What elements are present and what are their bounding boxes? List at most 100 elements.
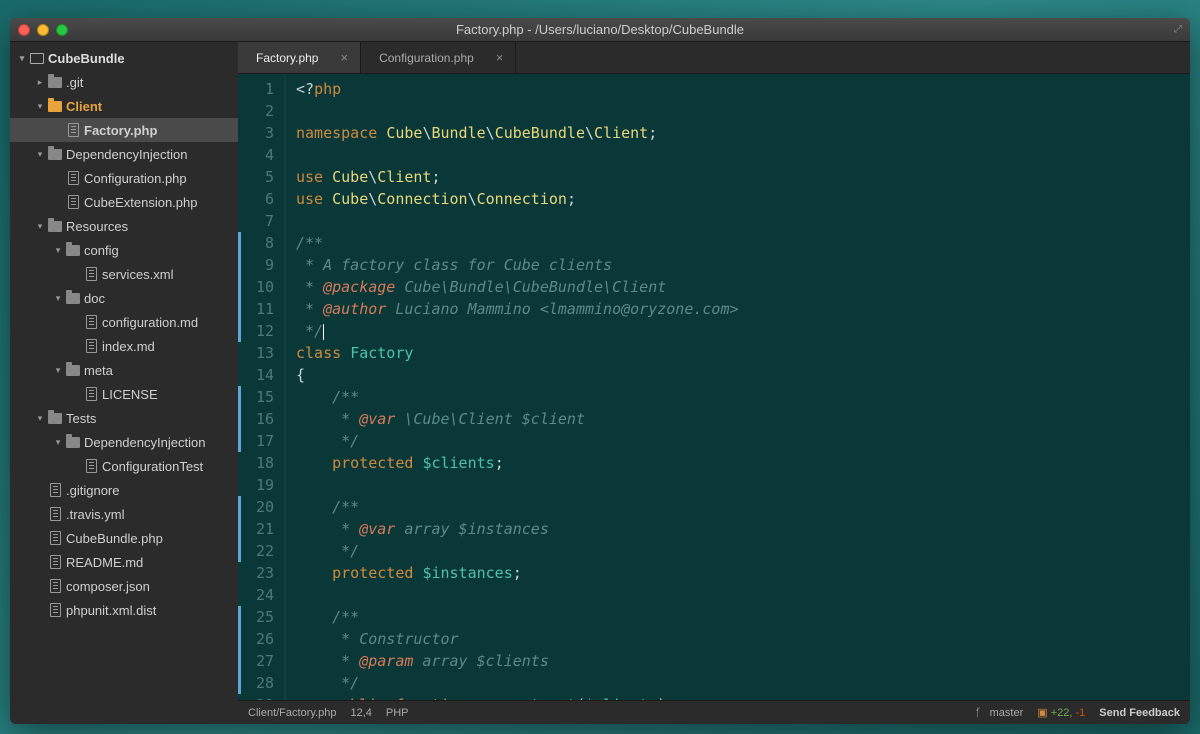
folder-item-config[interactable]: ▾config (10, 238, 238, 262)
code-line[interactable]: protected $clients; (296, 452, 1190, 474)
code-line[interactable]: */ (296, 430, 1190, 452)
line-number[interactable]: 25 (238, 606, 274, 628)
code-line[interactable]: class Factory (296, 342, 1190, 364)
code-line[interactable]: * @author Luciano Mammino <lmammino@oryz… (296, 298, 1190, 320)
line-number[interactable]: 17 (238, 430, 274, 452)
line-number[interactable]: 11 (238, 298, 274, 320)
code-line[interactable]: * @package Cube\Bundle\CubeBundle\Client (296, 276, 1190, 298)
status-cursor-position[interactable]: 12,4 (350, 707, 371, 719)
code-line[interactable]: /** (296, 232, 1190, 254)
file-item--gitignore[interactable]: .gitignore (10, 478, 238, 502)
code-line[interactable]: /** (296, 496, 1190, 518)
code-line[interactable]: /** (296, 386, 1190, 408)
line-number[interactable]: 3 (238, 122, 274, 144)
code-line[interactable]: * Constructor (296, 628, 1190, 650)
line-number[interactable]: 28 (238, 672, 274, 694)
line-number[interactable]: 18 (238, 452, 274, 474)
file-item-factory-php[interactable]: Factory.php (10, 118, 238, 142)
tab-bar[interactable]: Factory.php×Configuration.php× (238, 42, 1190, 74)
line-number[interactable]: 13 (238, 342, 274, 364)
file-item-cubebundle-php[interactable]: CubeBundle.php (10, 526, 238, 550)
file-item-license[interactable]: LICENSE (10, 382, 238, 406)
close-tab-icon[interactable]: × (496, 50, 504, 65)
code-line[interactable] (296, 584, 1190, 606)
project-root[interactable]: ▾ CubeBundle (10, 46, 238, 70)
file-item-configurationtest[interactable]: ConfigurationTest (10, 454, 238, 478)
code-line[interactable]: * @param array $clients (296, 650, 1190, 672)
file-item-configuration-php[interactable]: Configuration.php (10, 166, 238, 190)
code-line[interactable]: protected $instances; (296, 562, 1190, 584)
line-number[interactable]: 12 (238, 320, 274, 342)
fullscreen-icon[interactable]: ⤢ (1174, 24, 1182, 35)
line-number-gutter[interactable]: 1234567891011121314151617181920212223242… (238, 74, 286, 700)
line-number[interactable]: 15 (238, 386, 274, 408)
file-item-readme-md[interactable]: README.md (10, 550, 238, 574)
status-file-path[interactable]: Client/Factory.php (248, 707, 336, 719)
folder-item-dependencyinjection[interactable]: ▾DependencyInjection (10, 142, 238, 166)
line-number[interactable]: 21 (238, 518, 274, 540)
code-content[interactable]: <?php namespace Cube\Bundle\CubeBundle\C… (286, 74, 1190, 700)
line-number[interactable]: 19 (238, 474, 274, 496)
folder-item-tests[interactable]: ▾Tests (10, 406, 238, 430)
status-language[interactable]: PHP (386, 707, 409, 719)
code-line[interactable] (296, 210, 1190, 232)
line-number[interactable]: 26 (238, 628, 274, 650)
line-number[interactable]: 16 (238, 408, 274, 430)
line-number[interactable]: 14 (238, 364, 274, 386)
file-item-phpunit-xml-dist[interactable]: phpunit.xml.dist (10, 598, 238, 622)
git-diff-stats[interactable]: ▣ +22, -1 (1037, 706, 1085, 719)
file-item-services-xml[interactable]: services.xml (10, 262, 238, 286)
code-line[interactable]: use Cube\Client; (296, 166, 1190, 188)
line-number[interactable]: 1 (238, 78, 274, 100)
folder-item--git[interactable]: ▸.git (10, 70, 238, 94)
file-item-composer-json[interactable]: composer.json (10, 574, 238, 598)
file-item-configuration-md[interactable]: configuration.md (10, 310, 238, 334)
code-line[interactable]: * @var array $instances (296, 518, 1190, 540)
code-line[interactable] (296, 474, 1190, 496)
line-number[interactable]: 5 (238, 166, 274, 188)
folder-item-resources[interactable]: ▾Resources (10, 214, 238, 238)
tab-factory-php[interactable]: Factory.php× (238, 42, 361, 73)
code-line[interactable]: */ (296, 320, 1190, 342)
line-number[interactable]: 8 (238, 232, 274, 254)
code-line[interactable]: * @var \Cube\Client $client (296, 408, 1190, 430)
file-tree-sidebar[interactable]: ▾ CubeBundle ▸.git▾ClientFactory.php▾Dep… (10, 42, 238, 724)
file-item-cubeextension-php[interactable]: CubeExtension.php (10, 190, 238, 214)
code-line[interactable]: */ (296, 672, 1190, 694)
line-number[interactable]: 7 (238, 210, 274, 232)
minimize-window-button[interactable] (37, 24, 49, 36)
line-number[interactable]: 10 (238, 276, 274, 298)
line-number[interactable]: 9 (238, 254, 274, 276)
file-item-index-md[interactable]: index.md (10, 334, 238, 358)
code-line[interactable]: <?php (296, 78, 1190, 100)
line-number[interactable]: 22 (238, 540, 274, 562)
git-branch-name[interactable]: master (990, 707, 1024, 719)
folder-item-dependencyinjection[interactable]: ▾DependencyInjection (10, 430, 238, 454)
code-line[interactable] (296, 144, 1190, 166)
code-line[interactable]: { (296, 364, 1190, 386)
line-number[interactable]: 27 (238, 650, 274, 672)
close-window-button[interactable] (18, 24, 30, 36)
line-number[interactable]: 4 (238, 144, 274, 166)
code-line[interactable]: /** (296, 606, 1190, 628)
line-number[interactable]: 24 (238, 584, 274, 606)
zoom-window-button[interactable] (56, 24, 68, 36)
line-number[interactable]: 23 (238, 562, 274, 584)
send-feedback-button[interactable]: Send Feedback (1099, 707, 1180, 719)
line-number[interactable]: 2 (238, 100, 274, 122)
titlebar[interactable]: Factory.php - /Users/luciano/Desktop/Cub… (10, 18, 1190, 42)
folder-item-client[interactable]: ▾Client (10, 94, 238, 118)
code-line[interactable]: */ (296, 540, 1190, 562)
tab-configuration-php[interactable]: Configuration.php× (361, 42, 516, 73)
line-number[interactable]: 6 (238, 188, 274, 210)
code-editor[interactable]: 1234567891011121314151617181920212223242… (238, 74, 1190, 700)
folder-item-meta[interactable]: ▾meta (10, 358, 238, 382)
close-tab-icon[interactable]: × (340, 50, 348, 65)
code-line[interactable]: namespace Cube\Bundle\CubeBundle\Client; (296, 122, 1190, 144)
code-line[interactable]: * A factory class for Cube clients (296, 254, 1190, 276)
code-line[interactable]: use Cube\Connection\Connection; (296, 188, 1190, 210)
file-item--travis-yml[interactable]: .travis.yml (10, 502, 238, 526)
folder-item-doc[interactable]: ▾doc (10, 286, 238, 310)
line-number[interactable]: 20 (238, 496, 274, 518)
code-line[interactable] (296, 100, 1190, 122)
